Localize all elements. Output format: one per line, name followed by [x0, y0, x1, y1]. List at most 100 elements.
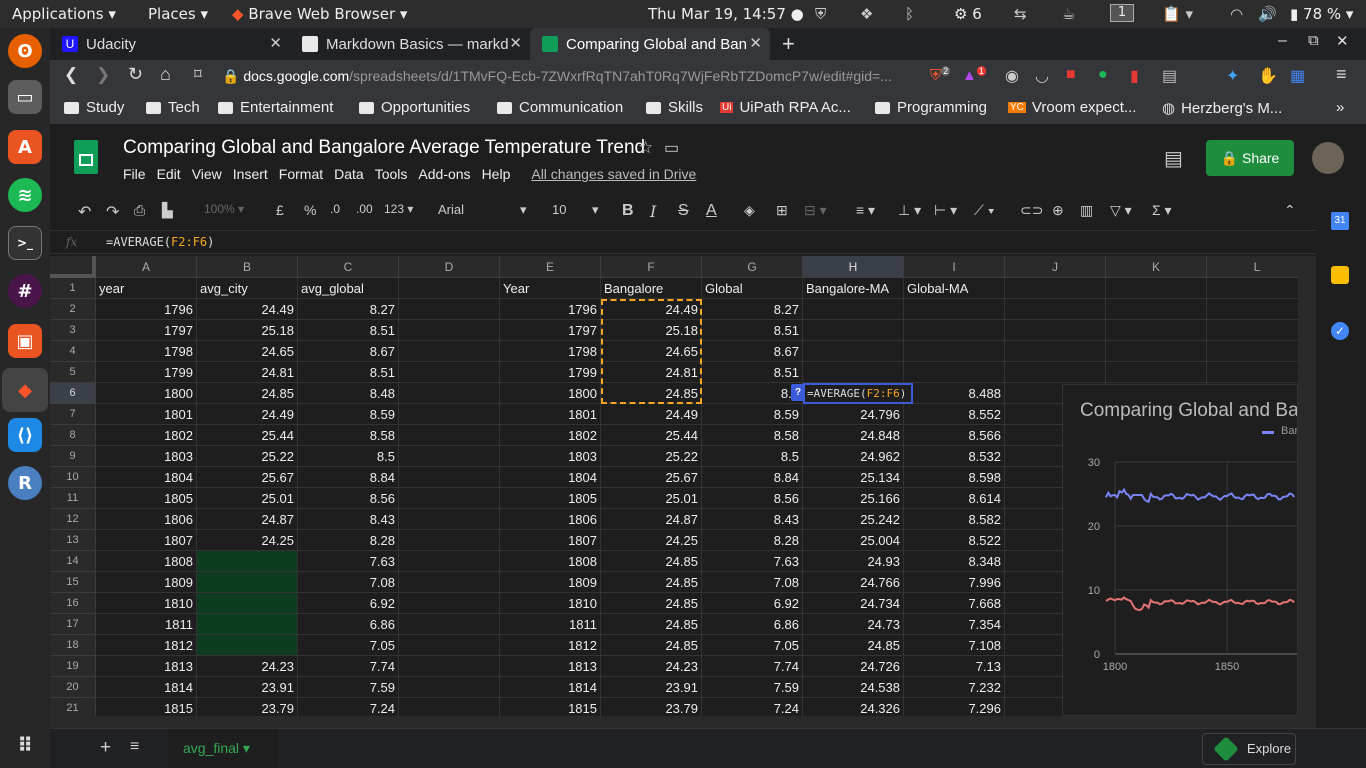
- table-cell[interactable]: 24.85: [197, 383, 298, 404]
- chart-icon[interactable]: ▥: [1080, 202, 1093, 219]
- embedded-chart[interactable]: Comparing Global and Ba Bar 30 20 10 0 1800 1…: [1062, 384, 1298, 716]
- comment-icon[interactable]: ⊕: [1052, 202, 1064, 219]
- tab-udacity[interactable]: U Udacity ✕: [50, 28, 290, 60]
- empty-cell[interactable]: [1207, 341, 1298, 362]
- grammarly-icon[interactable]: ●: [1098, 66, 1108, 84]
- table-cell[interactable]: 1815: [500, 698, 601, 716]
- document-title[interactable]: Comparing Global and Bangalore Average T…: [123, 137, 645, 159]
- font-size-select[interactable]: 10 ▾: [552, 202, 599, 218]
- table-cell[interactable]: 7.24: [702, 698, 803, 716]
- table-cell[interactable]: [197, 614, 298, 635]
- close-icon[interactable]: ✕: [749, 34, 762, 52]
- table-cell[interactable]: 1809: [96, 572, 197, 593]
- empty-cell[interactable]: [1005, 320, 1106, 341]
- table-cell[interactable]: 25.18: [197, 320, 298, 341]
- column-header[interactable]: E: [500, 256, 601, 278]
- table-cell[interactable]: 8.67: [702, 341, 803, 362]
- translate-icon[interactable]: ▦: [1290, 66, 1305, 86]
- extension-icon[interactable]: ▮: [1130, 66, 1139, 86]
- print-icon[interactable]: ⎙: [134, 202, 145, 219]
- table-cell[interactable]: 7.668: [904, 593, 1005, 614]
- font-select[interactable]: Arial ▾: [438, 202, 527, 218]
- select-all-corner[interactable]: [50, 256, 96, 278]
- table-cell[interactable]: 8.43: [702, 509, 803, 530]
- empty-cell[interactable]: [399, 278, 500, 299]
- formula-help-icon[interactable]: ?: [791, 384, 805, 401]
- row-header[interactable]: 21: [50, 698, 96, 716]
- table-cell[interactable]: 7.296: [904, 698, 1005, 716]
- table-cell[interactable]: 1815: [96, 698, 197, 716]
- empty-cell[interactable]: [399, 467, 500, 488]
- empty-cell[interactable]: [399, 593, 500, 614]
- row-header[interactable]: 16: [50, 593, 96, 614]
- active-cell-editor[interactable]: =AVERAGE(F2:F6): [803, 383, 913, 404]
- row-header[interactable]: 19: [50, 656, 96, 677]
- table-cell[interactable]: 24.848: [803, 425, 904, 446]
- table-cell[interactable]: 24.85: [601, 551, 702, 572]
- header-cell[interactable]: avg_global: [298, 278, 399, 299]
- formula-bar[interactable]: fx =AVERAGE(F2:F6): [50, 230, 1316, 254]
- table-cell[interactable]: [803, 362, 904, 383]
- sheet-tab-avg-final[interactable]: avg_final ▾: [168, 729, 278, 767]
- table-cell[interactable]: 24.962: [803, 446, 904, 467]
- empty-cell[interactable]: [1207, 299, 1298, 320]
- table-cell[interactable]: 24.766: [803, 572, 904, 593]
- table-cell[interactable]: 8.27: [702, 299, 803, 320]
- table-cell[interactable]: 6.86: [298, 614, 399, 635]
- table-cell[interactable]: 25.004: [803, 530, 904, 551]
- table-cell[interactable]: 8.58: [298, 425, 399, 446]
- table-cell[interactable]: 24.65: [601, 341, 702, 362]
- clipboard-icon[interactable]: 📋 ▾: [1162, 5, 1193, 23]
- keep-icon[interactable]: [1331, 266, 1349, 284]
- forward-button[interactable]: ❯: [96, 65, 110, 85]
- table-cell[interactable]: 23.79: [197, 698, 298, 716]
- collapse-icon[interactable]: ⌃: [1284, 202, 1296, 219]
- row-header[interactable]: 3: [50, 320, 96, 341]
- table-cell[interactable]: 1805: [500, 488, 601, 509]
- save-status-link[interactable]: All changes saved in Drive: [531, 166, 696, 182]
- table-cell[interactable]: 24.81: [601, 362, 702, 383]
- table-cell[interactable]: 24.49: [601, 299, 702, 320]
- table-cell[interactable]: 24.734: [803, 593, 904, 614]
- table-cell[interactable]: 1808: [96, 551, 197, 572]
- settings-indicator[interactable]: ⚙ 6: [954, 5, 982, 23]
- row-header[interactable]: 18: [50, 635, 96, 656]
- coffee-icon[interactable]: ☕: [1062, 5, 1075, 23]
- header-cell[interactable]: Year: [500, 278, 601, 299]
- table-cell[interactable]: 8.598: [904, 467, 1005, 488]
- tab-spreadsheet[interactable]: Comparing Global and Ban ✕: [530, 28, 770, 60]
- table-cell[interactable]: 8.5: [702, 446, 803, 467]
- close-icon[interactable]: ✕: [509, 34, 522, 52]
- table-cell[interactable]: 7.63: [298, 551, 399, 572]
- bookmark-folder[interactable]: Communication: [497, 99, 623, 116]
- table-cell[interactable]: 24.85: [601, 614, 702, 635]
- row-header[interactable]: 20: [50, 677, 96, 698]
- table-cell[interactable]: 7.63: [702, 551, 803, 572]
- header-cell[interactable]: Global: [702, 278, 803, 299]
- table-cell[interactable]: 8.614: [904, 488, 1005, 509]
- table-cell[interactable]: 1796: [500, 299, 601, 320]
- table-cell[interactable]: [904, 299, 1005, 320]
- empty-cell[interactable]: [399, 383, 500, 404]
- bookmark-folder[interactable]: Tech: [146, 99, 200, 116]
- row-header[interactable]: 13: [50, 530, 96, 551]
- bookmark-folder[interactable]: Programming: [875, 99, 987, 116]
- clock[interactable]: Thu Mar 19, 14:57 ●: [648, 5, 804, 23]
- decrease-decimal-button[interactable]: .0: [330, 202, 340, 216]
- table-cell[interactable]: 7.108: [904, 635, 1005, 656]
- table-cell[interactable]: 7.05: [298, 635, 399, 656]
- table-cell[interactable]: 24.49: [601, 404, 702, 425]
- row-header[interactable]: 4: [50, 341, 96, 362]
- row-header[interactable]: 6: [50, 383, 96, 404]
- empty-cell[interactable]: [399, 425, 500, 446]
- redo-icon[interactable]: ↷: [106, 202, 119, 222]
- percent-button[interactable]: %: [304, 202, 316, 218]
- table-cell[interactable]: 8.5: [298, 446, 399, 467]
- column-header[interactable]: F: [601, 256, 702, 278]
- table-cell[interactable]: 1796: [96, 299, 197, 320]
- menu-help[interactable]: Help: [482, 166, 511, 182]
- table-cell[interactable]: 1806: [500, 509, 601, 530]
- table-cell[interactable]: 25.242: [803, 509, 904, 530]
- table-cell[interactable]: 25.01: [197, 488, 298, 509]
- empty-cell[interactable]: [399, 572, 500, 593]
